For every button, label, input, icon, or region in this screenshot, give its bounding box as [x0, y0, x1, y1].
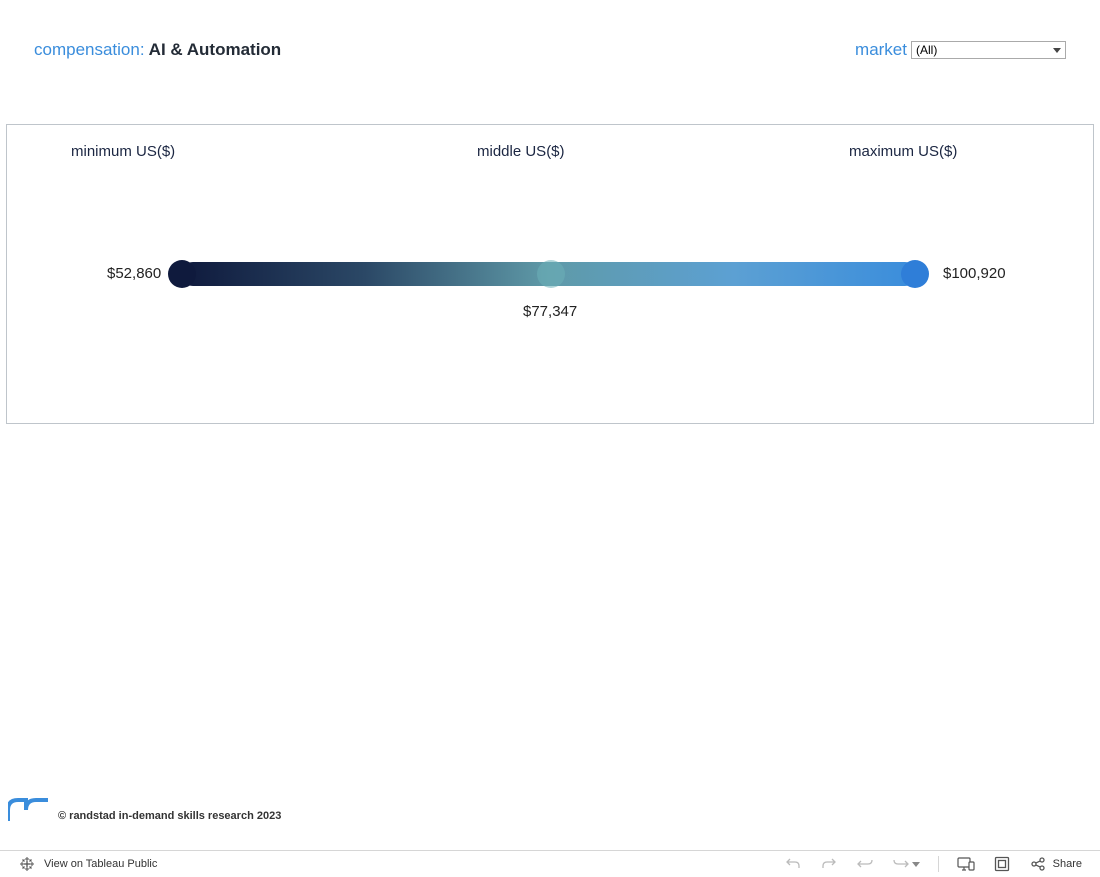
toolbar-divider: [938, 856, 939, 872]
view-on-tableau-label: View on Tableau Public: [44, 858, 157, 870]
replay-icon: [892, 855, 910, 873]
undo-button[interactable]: [784, 855, 802, 873]
revert-button[interactable]: [856, 855, 874, 873]
range-track: $52,860 $100,920 $77,347: [7, 255, 1093, 315]
column-mid-label: middle US($): [477, 143, 565, 160]
chart-panel: minimum US($) middle US($) maximum US($)…: [6, 124, 1094, 424]
column-max-label: maximum US($): [849, 143, 957, 160]
footer-attribution: © randstad in-demand skills research 202…: [8, 798, 281, 822]
mid-value: $77,347: [523, 303, 577, 320]
redo-button[interactable]: [820, 855, 838, 873]
share-button[interactable]: Share: [1029, 855, 1082, 873]
min-value: $52,860: [107, 265, 161, 282]
view-on-tableau-button[interactable]: View on Tableau Public: [18, 855, 157, 873]
page-title: compensation: AI & Automation: [34, 40, 281, 60]
share-label: Share: [1053, 858, 1082, 870]
share-icon: [1029, 855, 1047, 873]
market-filter: market (All): [855, 40, 1066, 60]
copyright-text: © randstad in-demand skills research 202…: [58, 810, 281, 822]
title-value: AI & Automation: [149, 40, 282, 59]
market-label: market: [855, 40, 907, 60]
device-preview-button[interactable]: [957, 855, 975, 873]
replay-button[interactable]: [892, 855, 920, 873]
title-prefix: compensation:: [34, 40, 145, 59]
market-selected-value: (All): [916, 43, 937, 57]
market-select[interactable]: (All): [911, 41, 1066, 59]
randstad-logo-icon: [8, 798, 50, 822]
tableau-logo-icon: [18, 855, 36, 873]
range-bar[interactable]: [168, 259, 938, 289]
column-min-label: minimum US($): [71, 143, 175, 160]
max-value: $100,920: [943, 265, 1006, 282]
header: compensation: AI & Automation market (Al…: [0, 0, 1100, 68]
chevron-down-icon: [912, 862, 920, 867]
toolbar: View on Tableau Public: [0, 850, 1100, 877]
fullscreen-button[interactable]: [993, 855, 1011, 873]
